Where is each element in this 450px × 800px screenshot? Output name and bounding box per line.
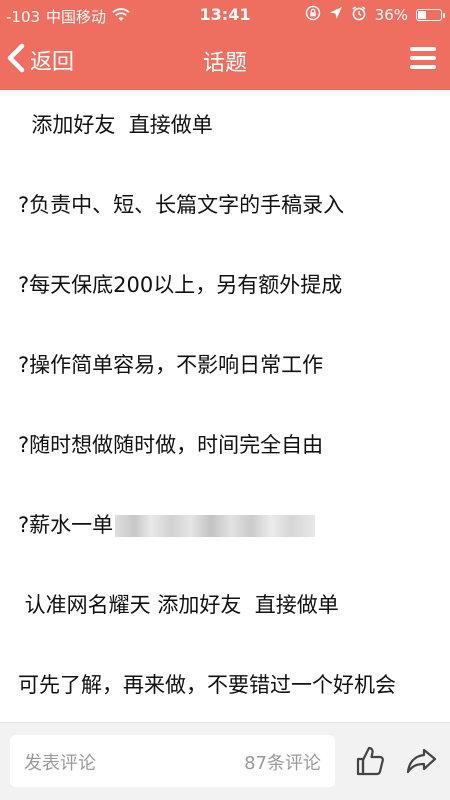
nav-bar: 返回 话题 xyxy=(0,30,450,90)
comment-count[interactable]: 87条评论 xyxy=(244,749,321,775)
comment-placeholder: 发表评论 xyxy=(24,753,96,774)
location-icon xyxy=(329,6,343,24)
content-line: ?负责中、短、长篇文字的手稿录入 xyxy=(18,193,345,217)
content-line: ?每天保底200以上，另有额外提成 xyxy=(18,273,343,297)
alarm-icon xyxy=(351,5,367,25)
share-icon[interactable] xyxy=(404,743,440,779)
content-line: ?操作简单容易，不影响日常工作 xyxy=(18,353,324,377)
content-line: ?随时想做随时做，时间完全自由 xyxy=(18,433,324,457)
menu-icon[interactable] xyxy=(410,47,436,71)
battery-level xyxy=(418,11,426,19)
topic-content: 添加好友 直接做单 ?负责中、短、长篇文字的手稿录入 ?每天保底200以上，另有… xyxy=(0,90,450,722)
page-title: 话题 xyxy=(202,51,247,76)
content-line: 认准网名耀天 添加好友 直接做单 xyxy=(18,593,339,617)
content-line-salary: ?薪水一单 xyxy=(18,510,316,540)
status-bar: -103 中国移动 13:41 36% xyxy=(0,0,450,30)
like-icon[interactable] xyxy=(352,743,388,779)
redacted-text xyxy=(115,515,316,537)
bottom-bar: 发表评论 87条评论 xyxy=(0,722,450,800)
content-line: 添加好友 直接做单 xyxy=(18,113,213,137)
lock-rotation-icon xyxy=(305,5,321,25)
battery-icon xyxy=(416,9,445,21)
content-line-text: ?薪水一单 xyxy=(18,513,114,537)
content-line: 可先了解，再来做，不要错过一个好机会 xyxy=(18,673,396,697)
status-right: 36% xyxy=(305,5,445,25)
battery-percent: 36% xyxy=(374,6,408,24)
comment-input[interactable]: 发表评论 87条评论 xyxy=(10,735,335,787)
